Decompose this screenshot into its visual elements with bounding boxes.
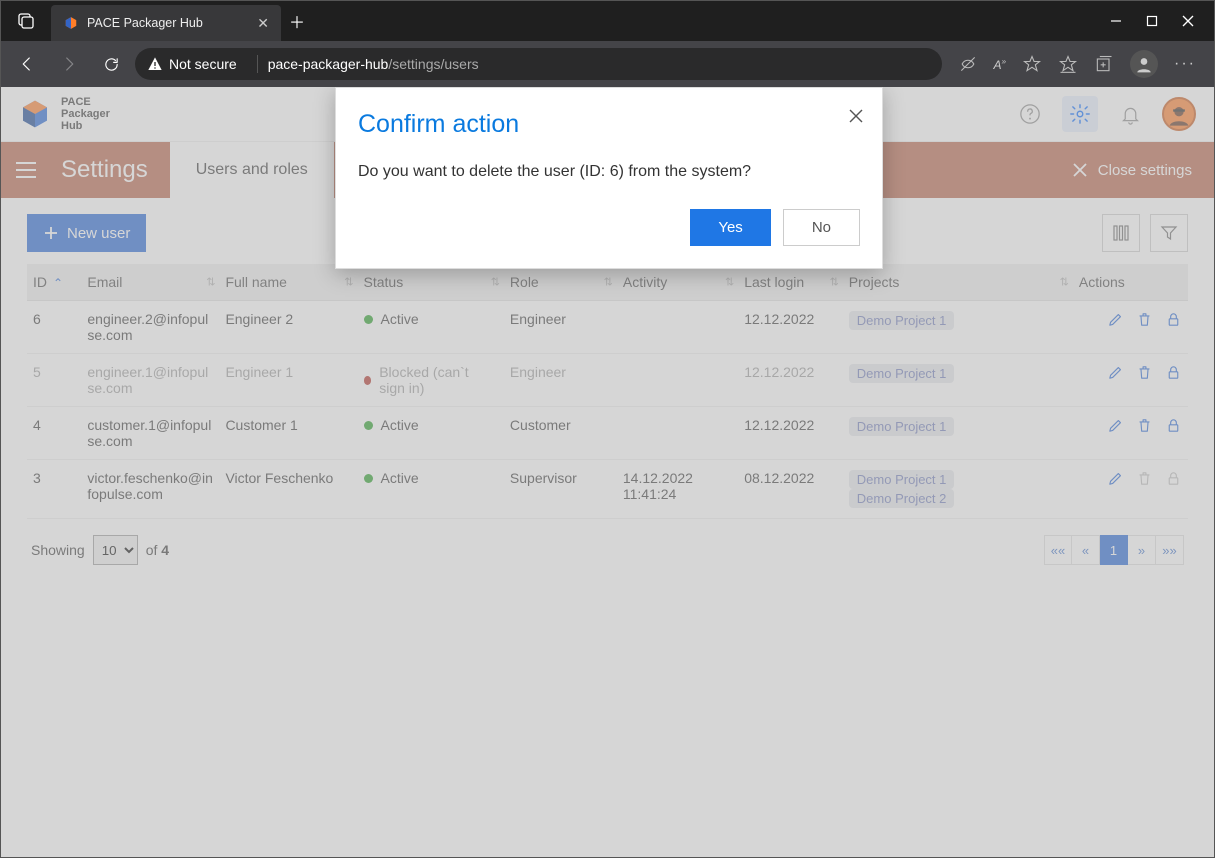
tab-overview-icon[interactable] <box>1 1 51 41</box>
modal-text: Do you want to delete the user (ID: 6) f… <box>358 163 860 181</box>
modal-close-icon[interactable] <box>848 108 864 124</box>
back-button[interactable] <box>9 48 45 80</box>
browser-tabbar: PACE Packager Hub ✕ ＋ <box>1 1 1214 41</box>
favorite-icon[interactable] <box>1022 54 1042 74</box>
browser-tab[interactable]: PACE Packager Hub ✕ <box>51 5 281 41</box>
tracking-icon[interactable] <box>958 54 978 74</box>
security-label: Not secure <box>169 56 237 72</box>
collections-icon[interactable] <box>1094 54 1114 74</box>
confirm-modal: Confirm action Do you want to delete the… <box>335 87 883 269</box>
browser-profile-icon[interactable] <box>1130 50 1158 78</box>
new-tab-button[interactable]: ＋ <box>281 1 313 41</box>
browser-addressbar: Not secure pace-packager-hub/settings/us… <box>1 41 1214 87</box>
more-icon[interactable]: ··· <box>1174 55 1196 73</box>
confirm-no-button[interactable]: No <box>783 209 860 246</box>
refresh-button[interactable] <box>93 48 129 80</box>
close-window-icon[interactable] <box>1182 15 1194 27</box>
modal-title: Confirm action <box>358 110 860 139</box>
favicon-icon <box>63 15 79 31</box>
address-input[interactable]: Not secure pace-packager-hub/settings/us… <box>135 48 942 80</box>
read-aloud-icon[interactable]: A» <box>994 57 1006 72</box>
favorites-bar-icon[interactable] <box>1058 54 1078 74</box>
forward-button <box>51 48 87 80</box>
confirm-yes-button[interactable]: Yes <box>690 209 770 246</box>
security-warning[interactable]: Not secure <box>147 56 237 72</box>
window-controls <box>1090 1 1214 41</box>
minimize-icon[interactable] <box>1110 15 1122 27</box>
maximize-icon[interactable] <box>1146 15 1158 27</box>
tab-title: PACE Packager Hub <box>87 16 203 30</box>
tab-close-icon[interactable]: ✕ <box>257 15 269 32</box>
url-text: pace-packager-hub/settings/users <box>268 56 479 72</box>
